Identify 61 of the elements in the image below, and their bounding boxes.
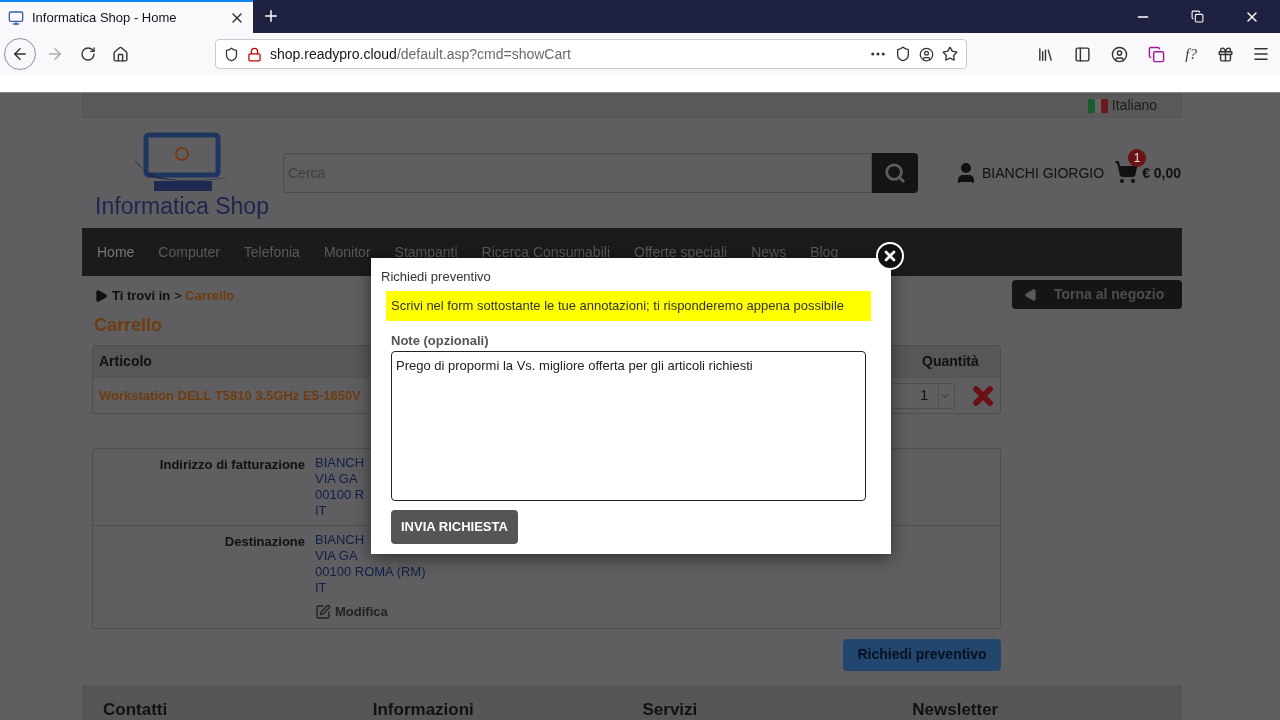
caret-icon: [94, 289, 108, 303]
menu-icon[interactable]: [1252, 45, 1270, 63]
shield-icon: [224, 46, 239, 62]
reload-icon[interactable]: [80, 46, 96, 62]
insecure-lock-icon: [247, 46, 262, 62]
submit-button[interactable]: INVIA RICHIESTA: [391, 510, 518, 544]
bookmark-star-icon[interactable]: [942, 46, 958, 62]
footer-heading: Contatti: [103, 698, 169, 720]
footer-heading: Servizi: [642, 698, 699, 720]
column-header: Articolo: [99, 352, 152, 371]
nav-item[interactable]: Monitor: [323, 241, 371, 263]
address-bar[interactable]: shop.readypro.cloud/default.asp?cmd=showCart: [215, 39, 967, 69]
tab-title: Informatica Shop - Home: [32, 8, 178, 27]
request-quote-button[interactable]: Richiedi preventivo: [843, 638, 1001, 671]
address-line: VIA GA: [315, 471, 359, 487]
address-line: BIANCH: [315, 455, 365, 471]
flag-icon: [1087, 98, 1108, 113]
language-selector[interactable]: Italiano: [1111, 95, 1157, 116]
notice-banner: Scrivi nel form sottostante le tue annotazioni; ti risponderemo appena possibile: [386, 290, 871, 321]
nav-item[interactable]: Home: [97, 241, 135, 263]
extension-button[interactable]: f?: [1185, 42, 1197, 66]
address-line: 00100 ROMA (RM): [315, 564, 426, 580]
address-label: Indirizzo di fatturazione: [158, 456, 306, 474]
account-icon[interactable]: [1111, 45, 1129, 63]
user-name[interactable]: BIANCHI GIORGIO: [982, 162, 1105, 184]
nav-item[interactable]: Computer: [158, 241, 220, 263]
dialog-title: Richiedi preventivo: [381, 268, 492, 286]
address-line: BIANCH: [315, 532, 366, 548]
home-icon[interactable]: [112, 45, 129, 63]
containers-icon[interactable]: [1148, 45, 1166, 63]
cart-icon[interactable]: [1114, 160, 1139, 184]
sidebar-icon[interactable]: [1074, 45, 1092, 63]
edit-link[interactable]: Modifica: [335, 602, 388, 622]
search-icon: [884, 162, 906, 184]
notes-field[interactable]: Prego di propormi la Vs. migliore offerta per gli articoli richiesti: [391, 351, 866, 501]
edit-icon: [315, 603, 331, 620]
browser-tab[interactable]: Informatica Shop - Home: [0, 0, 253, 33]
breadcrumb: Ti trovi in > Carrello: [112, 287, 235, 306]
nav-item[interactable]: Telefonia: [243, 241, 300, 263]
address-line: IT: [315, 580, 328, 596]
close-icon: [882, 248, 898, 264]
restore-icon[interactable]: [1191, 10, 1204, 23]
left-triangle-icon: [1024, 287, 1038, 302]
footer-heading: Informazioni: [372, 698, 475, 720]
page-title: Carrello: [94, 314, 164, 337]
address-line: IT: [315, 503, 328, 519]
address-line: 00100 R: [315, 487, 365, 503]
address-label: Destinazione: [223, 533, 306, 551]
search-button[interactable]: [872, 153, 918, 193]
field-label: Note (opzionali): [391, 331, 490, 350]
cart-count-badge: 1: [1128, 149, 1147, 167]
gift-icon[interactable]: [1217, 45, 1234, 63]
address-line: VIA GA: [315, 548, 359, 564]
back-to-shop-button[interactable]: Torna al negozio: [1012, 280, 1182, 309]
new-tab-icon[interactable]: [262, 7, 280, 25]
url-text: shop.readypro.cloud/default.asp?cmd=showCart: [270, 44, 572, 64]
footer-heading: Newsletter: [912, 698, 1000, 720]
monitor-icon: [8, 9, 24, 26]
library-icon[interactable]: [1037, 45, 1055, 63]
column-header: Quantità: [922, 352, 980, 371]
logo-text: Informatica Shop: [95, 194, 269, 218]
